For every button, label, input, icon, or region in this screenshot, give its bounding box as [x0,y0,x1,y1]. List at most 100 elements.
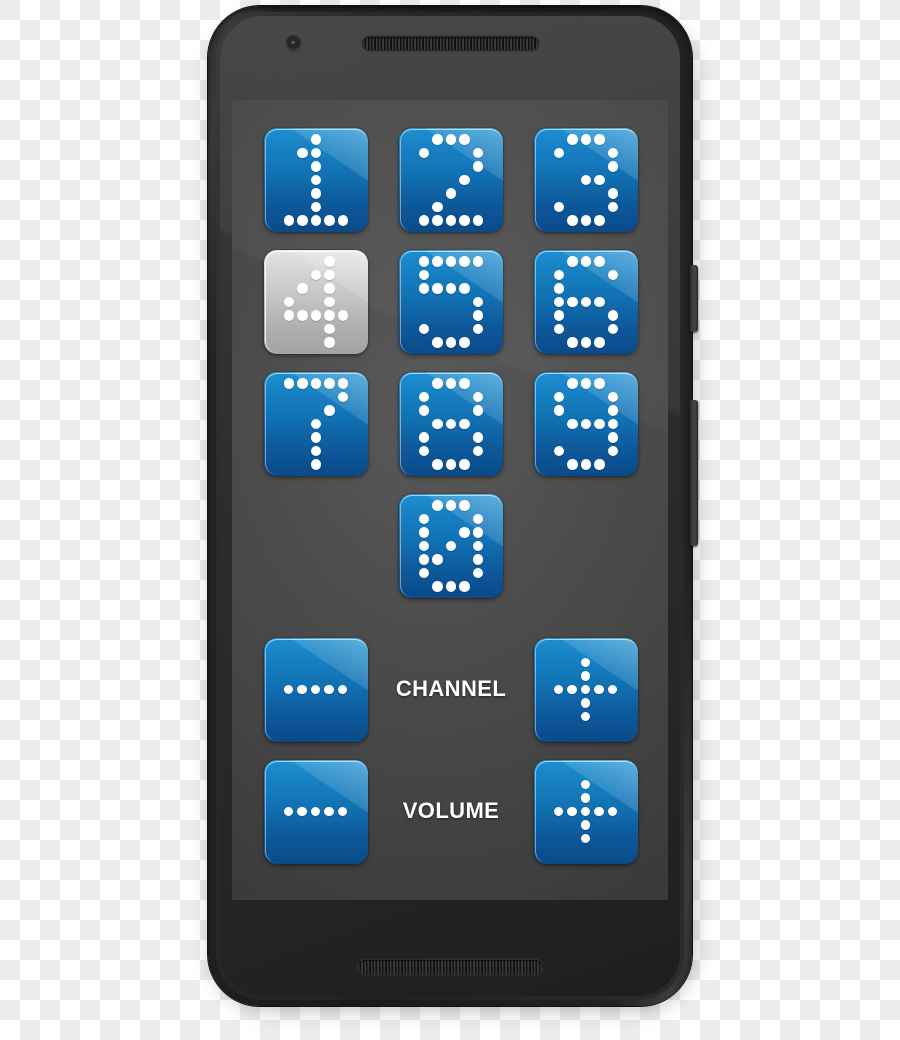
matrix-dot [324,283,335,294]
keypad-button-8[interactable] [399,372,503,476]
keypad-button-2[interactable] [399,128,503,232]
matrix-dot [459,174,470,186]
matrix-dot [418,567,430,579]
matrix-dot [324,323,335,335]
matrix-dot [472,161,484,172]
bottom-speaker-grill [358,960,543,974]
channel-up-button[interactable] [534,638,638,742]
matrix-dot [445,581,457,592]
matrix-dot [472,513,484,525]
keypad-button-4[interactable] [264,250,368,354]
keypad-button-9[interactable] [534,372,638,476]
matrix-dot [553,391,565,403]
matrix-dot [580,256,592,267]
matrix-dot [324,405,335,416]
matrix-dot [607,161,619,172]
matrix-dot [310,806,321,817]
matrix-dot [418,147,430,159]
matrix-dot [337,391,349,403]
matrix-dot [337,806,348,817]
matrix-dot [594,256,605,267]
matrix-dot [567,256,578,267]
matrix-dot [472,527,484,538]
matrix-dot [607,269,619,281]
matrix-dot [607,188,619,199]
keypad-button-5[interactable] [399,250,503,354]
matrix-dot [607,310,619,321]
matrix-dot [324,684,334,695]
volume-down-button[interactable] [264,760,368,864]
matrix-dot [432,256,443,267]
matrix-dot [310,147,322,159]
matrix-dot [580,459,592,470]
earpiece-speaker-grill [363,37,538,50]
keypad-button-1[interactable] [264,128,368,232]
channel-down-button[interactable] [264,638,368,742]
matrix-dot [432,201,443,213]
matrix-dot [445,378,457,389]
matrix-dot [418,445,430,457]
matrix-dot [418,405,430,416]
matrix-dot [418,391,430,403]
keypad-button-7[interactable] [264,372,368,476]
matrix-dot [283,310,295,321]
matrix-dot [432,283,443,294]
matrix-dot [459,500,470,511]
volume-rocker-button[interactable] [689,400,698,546]
keypad-button-0[interactable] [399,494,503,598]
matrix-dot [553,310,565,321]
matrix-dot [324,337,335,348]
matrix-dot [459,527,470,538]
matrix-dot [310,432,322,443]
matrix-dot [432,581,443,592]
dot-matrix-glyph [264,128,368,232]
matrix-dot [580,698,591,708]
matrix-dot [297,283,308,294]
matrix-dot [607,391,619,403]
volume-up-button[interactable] [534,760,638,864]
matrix-dot [472,215,484,226]
matrix-dot [310,134,322,145]
matrix-dot [432,215,443,226]
matrix-dot [567,806,577,817]
matrix-dot [337,215,349,226]
dot-matrix-glyph [534,760,638,864]
matrix-dot [580,174,592,186]
matrix-dot [594,337,605,348]
matrix-dot [432,337,443,348]
matrix-dot [459,418,470,430]
matrix-dot [459,581,470,592]
matrix-dot [418,323,430,335]
matrix-dot [580,671,591,681]
matrix-dot [553,445,565,457]
matrix-dot [607,684,618,695]
matrix-dot [297,684,307,695]
matrix-dot [567,378,578,389]
matrix-dot [459,378,470,389]
matrix-dot [567,337,578,348]
matrix-dot [472,256,484,267]
matrix-dot [310,174,322,186]
matrix-dot [432,500,443,511]
matrix-dot [553,147,565,159]
channel-label: CHANNEL [395,676,507,701]
dot-matrix-glyph [399,250,503,354]
keypad-button-6[interactable] [534,250,638,354]
matrix-dot [297,310,308,321]
matrix-dot [553,806,564,817]
matrix-dot [553,684,564,695]
matrix-dot [472,310,484,321]
front-camera-icon [285,34,302,51]
power-button[interactable] [689,265,698,332]
matrix-dot [580,215,592,226]
matrix-dot [553,269,565,281]
matrix-dot [418,283,430,294]
matrix-dot [418,527,430,538]
dot-matrix-glyph [399,372,503,476]
matrix-dot [580,806,591,817]
matrix-dot [607,323,619,335]
matrix-dot [432,134,443,145]
matrix-dot [567,296,578,308]
keypad-button-3[interactable] [534,128,638,232]
matrix-dot [580,711,591,722]
